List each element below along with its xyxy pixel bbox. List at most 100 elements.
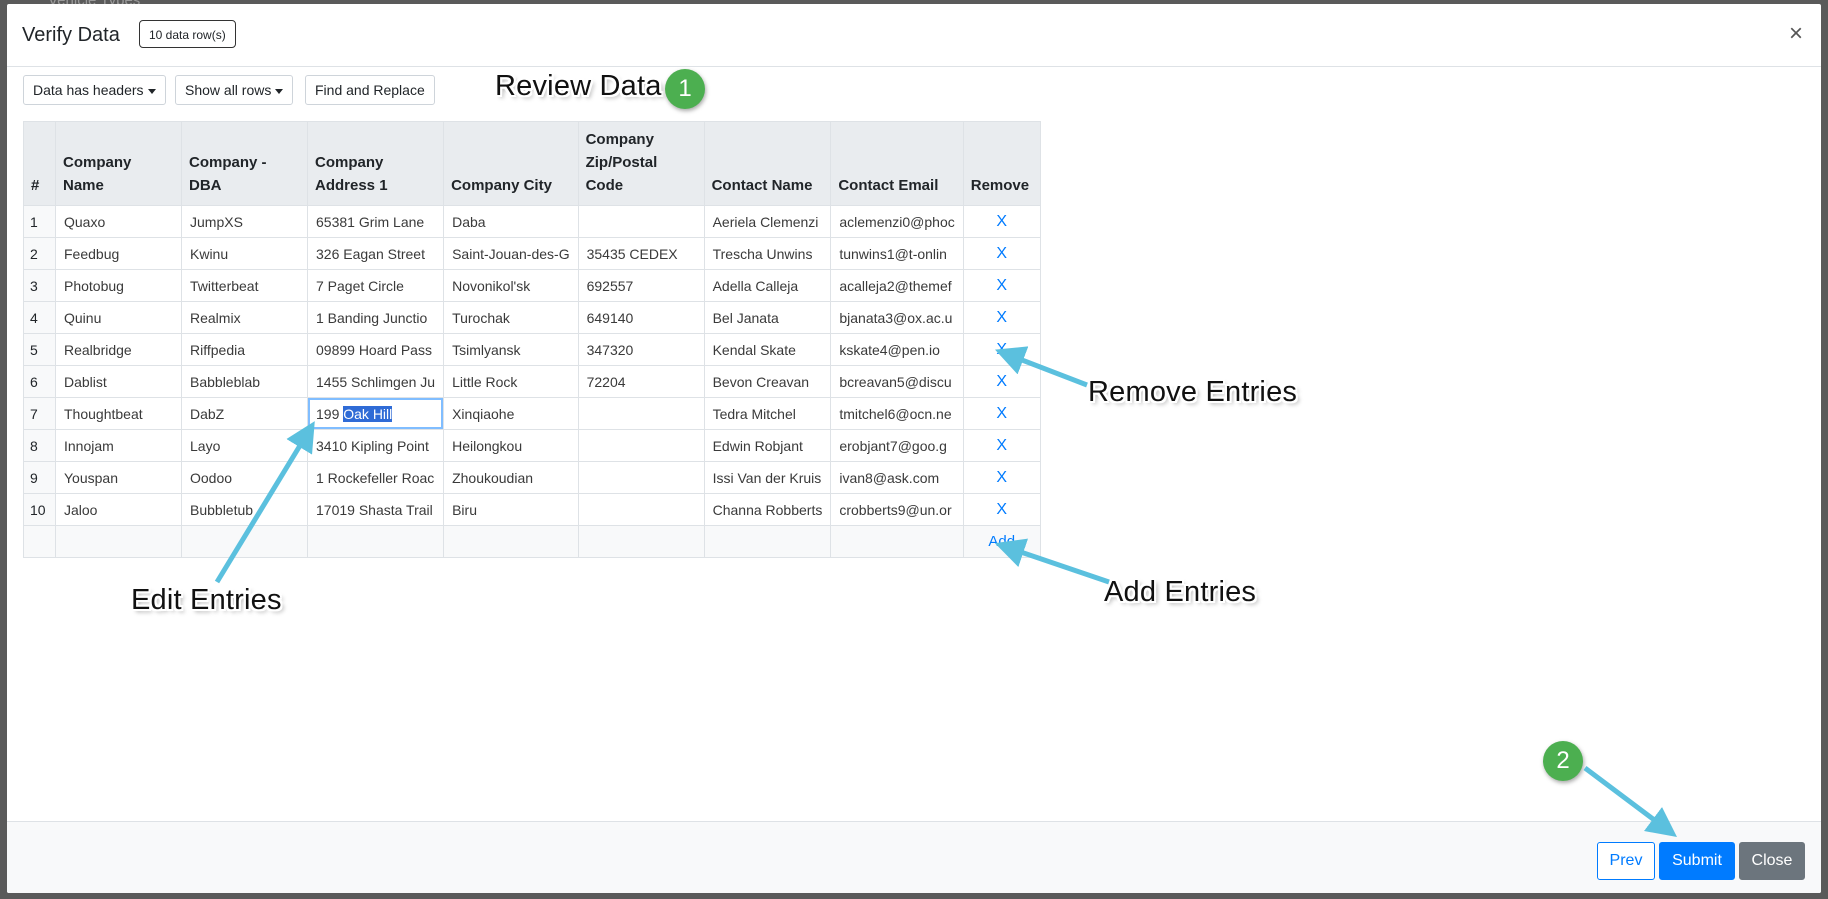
add-row-button[interactable]: Add [988,533,1015,550]
table-cell[interactable]: Heilongkou [443,429,579,462]
table-cell[interactable]: Little Rock [443,365,579,398]
table-cell[interactable]: 347320 [577,333,705,366]
table-cell[interactable]: Quaxo [55,205,182,238]
remove-cell: X [962,365,1041,398]
table-cell[interactable]: Adella Calleja [703,269,832,302]
table-cell[interactable]: Saint-Jouan-des-G [443,237,579,270]
callout-add-entries: Add Entries [1104,576,1257,608]
table-cell[interactable]: Dablist [55,365,182,398]
table-cell[interactable]: Realbridge [55,333,182,366]
table-cell[interactable]: Babbleblab [181,365,308,398]
table-cell[interactable]: Youspan [55,461,182,494]
table-cell[interactable]: kskate4@pen.io [830,333,964,366]
table-cell[interactable]: Turochak [443,301,579,334]
table-cell[interactable]: Biru [443,493,579,526]
table-cell[interactable]: Bubbletub [181,493,308,526]
table-cell[interactable]: 649140 [577,301,705,334]
table-cell[interactable]: Aeriela Clemenzi [703,205,832,238]
remove-row-button[interactable]: X [996,469,1007,486]
table-cell[interactable]: 35435 CEDEX [577,237,705,270]
table-cell[interactable]: Photobug [55,269,182,302]
table-cell[interactable]: ivan8@ask.com [830,461,964,494]
table-cell[interactable]: 7 Paget Circle [306,269,445,302]
table-cell[interactable]: Trescha Unwins [703,237,832,270]
table-cell[interactable]: Oodoo [181,461,308,494]
table-cell[interactable]: JumpXS [181,205,308,238]
table-cell[interactable]: bcreavan5@discu [830,365,964,398]
table-cell[interactable]: Channa Robberts [703,493,832,526]
table-cell[interactable]: Daba [443,205,579,238]
table-cell[interactable]: Edwin Robjant [703,429,832,462]
prev-button[interactable]: Prev [1597,842,1655,880]
table-cell[interactable]: Realmix [181,301,308,334]
table-cell[interactable]: Kwinu [181,237,308,270]
table-cell[interactable]: Jaloo [55,493,182,526]
table-cell[interactable]: tmitchel6@ocn.ne [830,397,964,430]
table-cell[interactable]: 1 Rockefeller Roac [306,461,445,494]
remove-row-button[interactable]: X [996,277,1007,294]
column-header: Company City [443,121,579,206]
table-cell[interactable]: Zhoukoudian [443,461,579,494]
table-cell[interactable]: Issi Van der Kruis [703,461,832,494]
table-cell[interactable]: bjanata3@ox.ac.u [830,301,964,334]
table-cell[interactable]: 3410 Kipling Point [306,429,445,462]
row-number: 1 [23,205,56,238]
remove-row-button[interactable]: X [996,213,1007,230]
callout-edit-entries: Edit Entries [131,584,282,616]
table-cell[interactable]: Innojam [55,429,182,462]
table-cell[interactable]: Bel Janata [703,301,832,334]
table-cell[interactable]: Layo [181,429,308,462]
table-cell[interactable]: 65381 Grim Lane [306,205,445,238]
table-row: 8 Innojam Layo 3410 Kipling Point Heilongkou… [23,429,1041,462]
table-cell[interactable]: Xinqiaohe [443,397,579,430]
table-cell[interactable]: DabZ [181,397,308,430]
remove-cell: X [962,333,1041,366]
close-button[interactable]: Close [1739,842,1805,880]
show-all-rows-label: Show all rows [185,82,272,98]
table-cell[interactable]: crobberts9@un.or [830,493,964,526]
remove-cell: X [962,493,1041,526]
table-cell[interactable]: Thoughtbeat [55,397,182,430]
remove-row-button[interactable]: X [996,373,1007,390]
table-cell[interactable]: Bevon Creavan [703,365,832,398]
table-cell[interactable]: erobjant7@goo.g [830,429,964,462]
close-icon[interactable]: × [1789,22,1803,46]
remove-row-button[interactable]: X [996,405,1007,422]
table-cell[interactable]: Tedra Mitchel [703,397,832,430]
table-cell[interactable] [577,493,705,526]
table-cell[interactable]: 09899 Hoard Pass [306,333,445,366]
show-all-rows-dropdown[interactable]: Show all rows [175,75,294,105]
remove-row-button[interactable]: X [996,437,1007,454]
table-cell[interactable]: Kendal Skate [703,333,832,366]
table-cell[interactable]: Novonikol'sk [443,269,579,302]
table-cell[interactable]: Quinu [55,301,182,334]
row-number: 4 [23,301,56,334]
table-cell[interactable]: Feedbug [55,237,182,270]
submit-button[interactable]: Submit [1659,842,1735,880]
table-cell[interactable]: 17019 Shasta Trail [306,493,445,526]
table-cell[interactable]: tunwins1@t-onlin [830,237,964,270]
remove-row-button[interactable]: X [996,341,1007,358]
rows-count-badge: 10 data row(s) [139,20,236,48]
table-cell[interactable]: 72204 [577,365,705,398]
table-cell[interactable]: 1 Banding Junctio [306,301,445,334]
table-cell[interactable]: Twitterbeat [181,269,308,302]
table-cell[interactable] [577,205,705,238]
remove-row-button[interactable]: X [996,501,1007,518]
data-has-headers-dropdown[interactable]: Data has headers [23,75,166,105]
remove-row-button[interactable]: X [996,245,1007,262]
find-and-replace-button[interactable]: Find and Replace [305,75,435,105]
table-cell[interactable]: Tsimlyansk [443,333,579,366]
table-cell[interactable] [577,397,705,430]
table-cell[interactable] [577,429,705,462]
remove-row-button[interactable]: X [996,309,1007,326]
table-cell[interactable] [577,461,705,494]
table-cell[interactable]: aclemenzi0@phoc [830,205,964,238]
table-cell[interactable]: 326 Eagan Street [306,237,445,270]
table-cell[interactable]: Riffpedia [181,333,308,366]
table-cell[interactable]: acalleja2@themef [830,269,964,302]
table-cell[interactable]: 692557 [577,269,705,302]
table-cell-editing[interactable]: 199 Oak Hill [306,397,445,430]
empty-cell [306,525,445,558]
table-cell[interactable]: 1455 Schlimgen Ju [306,365,445,398]
